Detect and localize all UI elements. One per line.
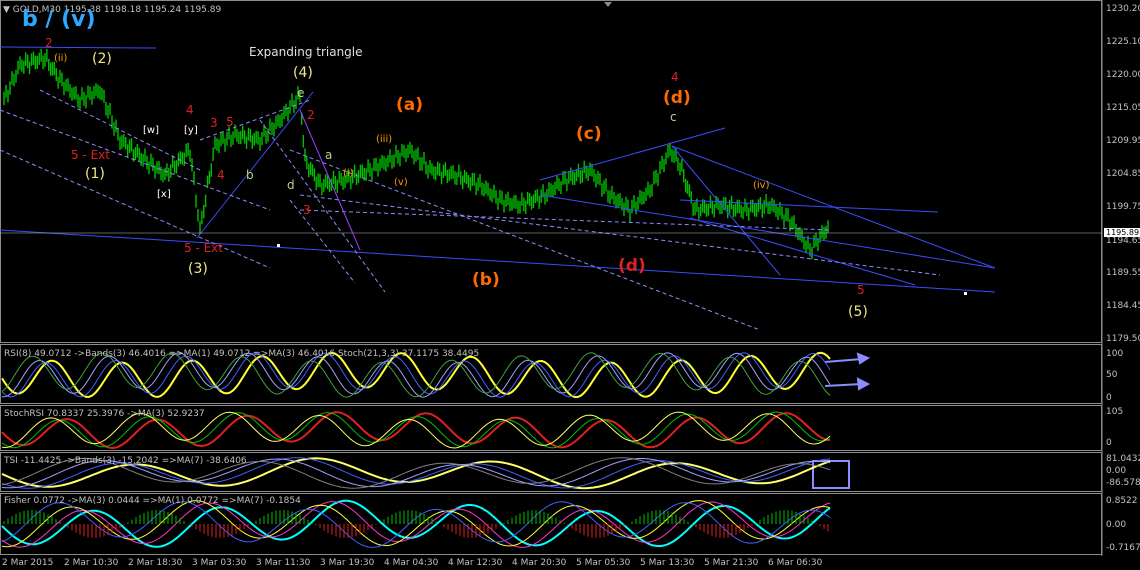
rsi-header: RSI(8) 49.0712 ->Bands(3) 46.4016 =>MA(1…	[4, 349, 480, 359]
fisher-line	[1, 501, 831, 548]
fisher-header: Fisher 0.0772 ->MA(3) 0.0444 =>MA(1) 0.0…	[4, 496, 301, 506]
wave-1-label: (1)	[85, 166, 105, 182]
time-tick: 4 Mar 20:30	[512, 558, 567, 568]
time-tick: 5 Mar 13:30	[640, 558, 695, 568]
minor-wave-label: d	[287, 178, 295, 192]
time-tick: 4 Mar 04:30	[384, 558, 439, 568]
wave-degree-label: b / (v)	[22, 7, 96, 32]
price-tick: 1194.65	[1106, 236, 1140, 246]
panel-arrows	[824, 352, 871, 391]
price-tick: 1209.95	[1106, 136, 1140, 146]
time-tick: 2 Mar 10:30	[64, 558, 119, 568]
price-tick: 1225.10	[1106, 37, 1140, 47]
minor-wave-label: b	[246, 168, 254, 182]
subwave-label: (i)	[343, 168, 354, 179]
time-tick: 5 Mar 21:30	[704, 558, 759, 568]
fisher-line	[1, 501, 831, 548]
price-candles	[3, 48, 829, 260]
price-tick: 1179.50	[1106, 334, 1140, 344]
price-tick: 1199.75	[1106, 202, 1140, 212]
red-wave-label: 5	[857, 283, 865, 297]
panel-tick: 50	[1106, 370, 1118, 380]
rsi-line	[1, 352, 831, 398]
subwave-label: (iii)	[376, 134, 393, 145]
panel-tick: 0.00	[1106, 466, 1127, 476]
complex-wave-label: [y]	[184, 125, 198, 136]
extension-label: 5 - Ext	[184, 241, 223, 255]
red-wave-label: 4	[671, 70, 679, 84]
dashed-channels	[0, 89, 941, 331]
metatrader-chart-window: ▼ GOLD,M30 1195.38 1198.18 1195.24 1195.…	[0, 0, 1140, 570]
red-wave-label: 5	[226, 115, 234, 129]
chart-drawing-layer	[0, 0, 1103, 556]
stochrsi-header: StochRSI 70.8337 25.3976 ->MA(3) 52.9237	[4, 409, 205, 419]
panel-tick: 81.0432	[1106, 454, 1140, 464]
rsi-line	[1, 351, 831, 399]
time-tick: 3 Mar 19:30	[320, 558, 375, 568]
wave-5-label: (5)	[848, 304, 868, 320]
subwave-label: (ii)	[54, 53, 68, 64]
time-tick: 5 Mar 05:30	[576, 558, 631, 568]
anchor-point	[277, 244, 280, 247]
price-axis[interactable]: 1230.20 1225.10 1220.00 1215.05 1209.95 …	[1102, 0, 1140, 344]
time-tick: 4 Mar 12:30	[448, 558, 503, 568]
price-tick: 1230.20	[1106, 4, 1140, 14]
price-tick: 1189.55	[1106, 268, 1140, 278]
price-tick: 1220.00	[1106, 70, 1140, 80]
time-tick: 3 Mar 03:30	[192, 558, 247, 568]
red-wave-label: 4	[186, 103, 194, 117]
anchor-point	[964, 292, 967, 295]
minor-wave-label: c	[670, 110, 677, 124]
red-wave-label: 2	[45, 36, 53, 50]
wave-4-label: (4)	[293, 65, 313, 81]
rsi-line	[1, 352, 831, 398]
complex-wave-label: [x]	[157, 189, 171, 200]
panel-tick: -86.5782	[1106, 478, 1140, 488]
panel-tick: 0	[1106, 393, 1112, 403]
wave-b-label: (b)	[472, 270, 500, 290]
minor-wave-label: e	[297, 86, 305, 100]
menu-triangle-icon[interactable]: ▼	[3, 5, 10, 15]
time-tick: 2 Mar 2015	[2, 558, 54, 568]
wave-3-label: (3)	[188, 261, 208, 277]
fisher-lines	[1, 499, 831, 548]
panel-tick: 0	[1106, 438, 1112, 448]
rsi-stoch-lines	[1, 351, 831, 399]
wave-d-alt-label: (d)	[618, 256, 646, 276]
red-wave-label: 3	[303, 203, 311, 217]
red-wave-label: 4	[217, 168, 225, 182]
time-tick: 3 Mar 11:30	[256, 558, 311, 568]
current-price-badge: 1195.89	[1104, 228, 1140, 237]
panel-tick: 0.00	[1106, 520, 1127, 530]
subwave-label: (iv)	[753, 180, 770, 191]
expanding-triangle-label: Expanding triangle	[249, 45, 363, 59]
price-tick: 1184.45	[1106, 301, 1140, 311]
panel-tick: -0.7167	[1106, 543, 1140, 553]
price-tick: 1204.85	[1106, 169, 1140, 179]
complex-wave-label: [w]	[143, 125, 159, 136]
red-wave-label: 2	[307, 108, 315, 122]
wave-a-label: (a)	[396, 95, 424, 115]
wave-d-label: (d)	[663, 88, 691, 108]
price-tick: 1215.05	[1106, 103, 1140, 113]
wave-2-label: (2)	[92, 51, 112, 67]
subwave-label: (v)	[394, 177, 408, 188]
shift-marker-icon	[604, 2, 612, 7]
minor-wave-label: a	[325, 148, 333, 162]
extension-label: 5 - Ext	[71, 148, 110, 162]
time-tick: 6 Mar 06:30	[768, 558, 823, 568]
panel-tick: 105	[1106, 407, 1124, 417]
panel-tick: 0.8522	[1106, 496, 1138, 506]
panel-tick: 100	[1106, 349, 1124, 359]
tsi-header: TSI -11.4425 ->Bands(3) -15.2042 =>MA(7)…	[4, 456, 247, 466]
red-wave-label: 3	[210, 116, 218, 130]
wave-c-label: (c)	[576, 124, 602, 144]
rsi-line	[1, 352, 831, 398]
time-tick: 2 Mar 18:30	[128, 558, 183, 568]
